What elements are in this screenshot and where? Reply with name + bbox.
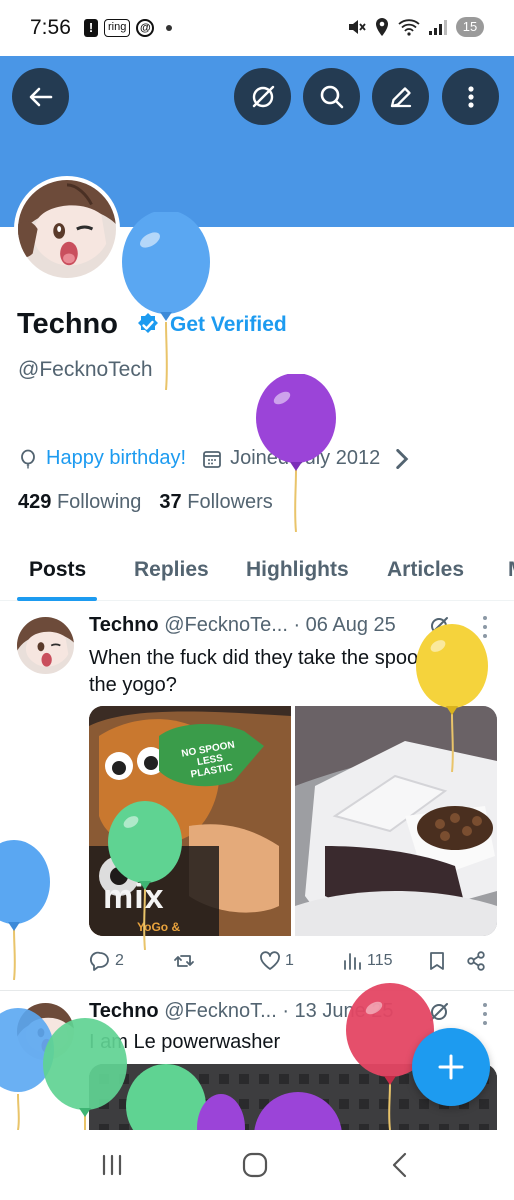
reply-count: 2 (115, 952, 124, 969)
mute-icon (349, 20, 366, 34)
reply-button[interactable]: 2 (89, 950, 124, 972)
compose-post-button[interactable] (412, 1028, 490, 1106)
status-system-icons: 15 (346, 17, 484, 37)
grok-slash-circle-icon (252, 85, 274, 107)
joined-date-link[interactable]: Joined July 2012 (202, 447, 420, 470)
status-time: 7:56 (30, 16, 71, 39)
verified-badge-icon[interactable] (135, 312, 161, 338)
post-text: When the fuck did they take the spoon ou… (89, 647, 485, 696)
follow-stats: 429 Following 37 Followers (18, 491, 273, 514)
location-icon (376, 18, 388, 36)
back-nav-icon[interactable] (390, 1152, 410, 1178)
following-link[interactable]: 429 Following (18, 491, 141, 513)
profile-avatar[interactable] (14, 176, 120, 282)
wifi-icon (398, 19, 420, 36)
signal-icon (429, 20, 447, 35)
profile-handle: @FecknoTech (18, 358, 153, 381)
alert-icon: ! (84, 19, 98, 37)
grok-slash-circle-icon[interactable] (428, 1001, 450, 1023)
view-count: 115 (367, 952, 393, 969)
search-icon (320, 85, 343, 108)
post-header: Techno @FecknoTe... · 06 Aug 25 (89, 614, 396, 637)
bookmark-icon (430, 952, 444, 970)
profile-tabs: Posts Replies Highlights Articles M (0, 545, 514, 601)
post-author-avatar[interactable] (17, 617, 74, 674)
cartoon-avatar-image (17, 617, 74, 674)
image-text-mix: mix (103, 878, 165, 916)
profile-meta-row: Happy birthday! Joined July 2012 (18, 447, 420, 470)
vertical-dots-icon (467, 85, 474, 108)
threads-icon: @ (136, 19, 155, 37)
followers-link[interactable]: 37 Followers (159, 491, 272, 513)
active-tab-indicator (17, 597, 97, 601)
following-count: 429 (18, 491, 52, 513)
edit-profile-button[interactable] (372, 68, 429, 125)
yogo-tub-image (295, 706, 497, 936)
more-notifications-dot-icon (166, 25, 173, 31)
calendar-icon (203, 450, 221, 468)
arrow-left-icon (29, 87, 52, 106)
post-image-2[interactable] (295, 706, 497, 936)
post-author-handle[interactable]: @FecknoTe... (164, 614, 288, 636)
reply-icon (90, 951, 109, 971)
pencil-icon (390, 86, 411, 107)
image-text-yogo: YoGo & (137, 920, 181, 934)
like-count: 1 (285, 952, 294, 969)
happy-birthday-link[interactable]: Happy birthday! (46, 447, 186, 470)
grok-button[interactable] (234, 68, 291, 125)
grok-slash-circle-icon[interactable] (428, 615, 450, 637)
balloon-icon (21, 449, 35, 468)
back-button[interactable] (12, 68, 69, 125)
tab-posts[interactable]: Posts (29, 558, 86, 582)
bookmark-button[interactable] (426, 950, 448, 972)
post-author-name[interactable]: Techno (89, 1000, 159, 1022)
post-image-1[interactable]: NO SPOON LESS PLASTIC mix YoGo & (89, 706, 291, 936)
status-notification-icons: ! ring @ (84, 19, 173, 37)
followers-label: Followers (187, 491, 273, 513)
post-header: Techno @FecknoT... · 13 June 25 (89, 1000, 394, 1023)
post-author-name[interactable]: Techno (89, 614, 159, 636)
system-navigation-bar (0, 1130, 514, 1200)
post-author-handle[interactable]: @FecknoT... (164, 1000, 277, 1022)
followers-count: 37 (159, 491, 182, 513)
battery-indicator: 15 (456, 17, 484, 37)
post-media-gallery: NO SPOON LESS PLASTIC mix YoGo & (89, 706, 497, 936)
share-button[interactable] (465, 950, 487, 972)
search-button[interactable] (303, 68, 360, 125)
joined-date-text: Joined July 2012 (230, 447, 381, 469)
post-date[interactable]: · 13 June 25 (282, 1000, 393, 1022)
post-more-icon[interactable] (481, 1003, 489, 1025)
more-options-button[interactable] (442, 68, 499, 125)
views-bar-chart-icon (344, 953, 361, 970)
recent-apps-icon[interactable] (100, 1154, 124, 1176)
repost-button[interactable] (173, 950, 195, 972)
share-icon (467, 951, 485, 971)
post-actions: 2 1 115 (89, 950, 497, 976)
get-verified-link[interactable]: Get Verified (170, 313, 287, 337)
profile-display-name: Techno (17, 308, 118, 340)
cartoon-avatar-image (17, 1003, 74, 1060)
repost-icon (174, 955, 194, 967)
following-label: Following (56, 491, 142, 513)
tab-replies[interactable]: Replies (134, 558, 209, 582)
home-icon[interactable] (242, 1152, 268, 1178)
like-button[interactable]: 1 (259, 950, 294, 972)
cartoon-avatar-image (18, 180, 116, 278)
chevron-right-icon (396, 448, 409, 469)
ring-app-icon: ring (104, 19, 131, 37)
plus-icon (438, 1054, 464, 1080)
views-button[interactable]: 115 (341, 950, 393, 972)
status-bar: 7:56 ! ring @ 15 (0, 0, 514, 56)
tab-highlights[interactable]: Highlights (246, 558, 349, 582)
post-date[interactable]: · 06 Aug 25 (293, 614, 395, 636)
post-author-avatar[interactable] (17, 1003, 74, 1060)
tab-media[interactable]: M (508, 558, 514, 582)
post-more-icon[interactable] (481, 616, 489, 638)
heart-icon (260, 951, 280, 970)
tab-articles[interactable]: Articles (387, 558, 464, 582)
